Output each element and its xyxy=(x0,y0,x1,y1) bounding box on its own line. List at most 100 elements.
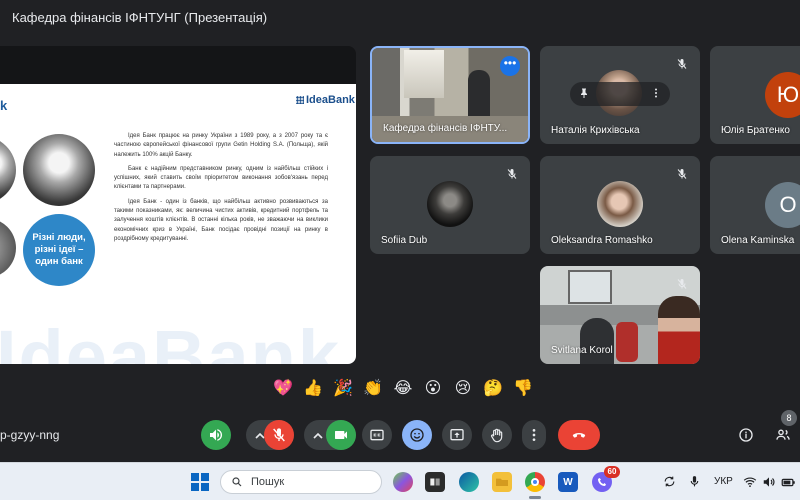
slide-watermark: IdeaBank xyxy=(0,315,342,364)
mic-off-icon xyxy=(673,165,691,183)
word-icon[interactable]: W xyxy=(558,472,578,492)
mic-off-icon xyxy=(673,275,691,293)
reaction-surprised[interactable]: 😮 xyxy=(420,376,446,402)
task-view-icon[interactable] xyxy=(425,472,445,492)
sync-icon[interactable] xyxy=(663,475,676,491)
send-reaction-button[interactable] xyxy=(402,420,432,450)
mic-off-icon xyxy=(673,55,691,73)
viber-notification-badge: 60 xyxy=(604,466,620,478)
chrome-browser-icon[interactable] xyxy=(525,472,545,492)
reaction-party[interactable]: 🎉 xyxy=(330,376,356,402)
participant-tile-oleksandra[interactable]: Oleksandra Romashko xyxy=(540,156,700,254)
participant-tile-olena[interactable]: O Olena Kaminska xyxy=(710,156,800,254)
avatar xyxy=(427,181,473,227)
volume-icon[interactable] xyxy=(762,475,776,492)
more-vert-icon xyxy=(532,429,536,441)
windows-start-button[interactable] xyxy=(190,472,210,492)
closed-captions-icon xyxy=(370,429,384,441)
microphone-tray-icon[interactable] xyxy=(688,475,701,491)
viber-icon[interactable]: 60 xyxy=(592,466,620,492)
slide-heading: k xyxy=(0,98,8,113)
file-explorer-icon[interactable] xyxy=(492,472,512,492)
mic-off-icon xyxy=(503,165,521,183)
camera-toggle[interactable] xyxy=(326,420,356,450)
reaction-laugh[interactable]: 😂 xyxy=(390,376,416,402)
participant-name: Svitlana Korol xyxy=(551,345,613,356)
reaction-thumbs-up[interactable]: 👍 xyxy=(300,376,326,402)
leave-call-button[interactable] xyxy=(558,420,600,450)
chevron-up-icon[interactable] xyxy=(310,428,326,444)
participant-tile-svitlana[interactable]: Svitlana Korol xyxy=(540,266,700,364)
meeting-code: p-gzyy-nng xyxy=(0,428,60,442)
reaction-thumbs-down[interactable]: 👎 xyxy=(510,376,536,402)
participant-name: Oleksandra Romashko xyxy=(551,235,653,246)
reaction-sad[interactable]: 😢 xyxy=(450,376,476,402)
captions-button[interactable] xyxy=(362,420,392,450)
windows-taskbar: Пошук W 60 УКР xyxy=(0,462,800,500)
wifi-icon[interactable] xyxy=(743,475,757,492)
search-placeholder: Пошук xyxy=(251,476,285,488)
camera-button[interactable] xyxy=(304,420,356,450)
emoji-icon xyxy=(410,428,424,442)
ideabank-logo: IdeaBank xyxy=(296,94,355,106)
tile-hover-controls[interactable] xyxy=(570,82,670,106)
avatar xyxy=(597,181,643,227)
copilot-icon[interactable] xyxy=(393,472,413,492)
mic-button[interactable] xyxy=(246,420,294,450)
participant-tile-yulia[interactable]: Ю Юлія Братенко xyxy=(710,46,800,144)
slide-paragraph: Ідея Банк - один із банків, що найбільш … xyxy=(114,198,328,242)
raise-hand-button[interactable] xyxy=(482,420,512,450)
meeting-title: Кафедра фінансів ІФНТУНГ (Презентація) xyxy=(12,10,268,25)
slide-paragraph: Ідея Банк працює на ринку України з 1989… xyxy=(114,133,328,158)
more-dots-icon[interactable]: ••• xyxy=(500,56,520,76)
slide-photo-portrait xyxy=(23,134,95,206)
battery-icon[interactable] xyxy=(781,475,796,493)
speaker-icon xyxy=(210,429,223,441)
videocam-icon xyxy=(335,431,347,439)
present-now-button[interactable] xyxy=(442,420,472,450)
reaction-thinking[interactable]: 🤔 xyxy=(480,376,506,402)
ideabank-logo-text: IdeaBank xyxy=(306,94,355,106)
hand-icon xyxy=(491,428,503,443)
slide-paragraph: Банк є надійним представником ринку, одн… xyxy=(114,165,328,191)
participant-name: Olena Kaminska xyxy=(721,235,795,246)
speaker-button[interactable] xyxy=(201,420,231,450)
taskbar-search[interactable]: Пошук xyxy=(220,470,382,494)
slide-slogan-bubble: Різні люди, різні ідеї – один банк xyxy=(23,214,95,286)
people-count-badge: 8 xyxy=(781,410,797,426)
meeting-details-button[interactable] xyxy=(735,420,757,450)
slide-photo xyxy=(0,136,16,204)
participant-tile-presenter[interactable]: ••• Кафедра фінансів ІФНТУ... xyxy=(370,46,530,144)
presentation-slide: IdeaBank k IdeaBank Різні люди, різні ід… xyxy=(0,84,356,364)
logo-dots-icon xyxy=(296,96,304,104)
active-app-indicator xyxy=(529,496,541,499)
call-end-icon xyxy=(572,432,586,438)
present-screen-icon xyxy=(450,429,464,441)
more-options-button[interactable] xyxy=(522,420,546,450)
reactions-bar: 💖 👍 🎉 👏 😂 😮 😢 🤔 👎 xyxy=(266,373,540,405)
avatar: O xyxy=(765,182,800,228)
presentation-area[interactable]: IdeaBank k IdeaBank Різні люди, різні ід… xyxy=(0,46,356,364)
participant-name: Sofiia Dub xyxy=(381,235,428,246)
participant-tile-sofiia[interactable]: Sofiia Dub xyxy=(370,156,530,254)
mic-off-toggle[interactable] xyxy=(264,420,294,450)
participant-tile-natalia[interactable]: Наталія Крихівська xyxy=(540,46,700,144)
reaction-heart[interactable]: 💖 xyxy=(270,376,296,402)
slide-body-text: Ідея Банк працює на ринку України з 1989… xyxy=(114,132,328,249)
reaction-clap[interactable]: 👏 xyxy=(360,376,386,402)
pin-icon[interactable] xyxy=(578,87,590,102)
people-icon xyxy=(776,429,790,440)
participant-name: Юлія Братенко xyxy=(721,125,790,136)
call-controls-bar: p-gzyy-nng xyxy=(0,408,800,460)
meeting-title-bar: Кафедра фінансів ІФНТУНГ (Презентація) xyxy=(0,0,800,34)
slide-photo xyxy=(0,218,16,278)
search-icon xyxy=(232,477,242,487)
language-indicator[interactable]: УКР xyxy=(714,476,733,487)
avatar: Ю xyxy=(765,72,800,118)
more-vert-icon[interactable] xyxy=(650,87,662,102)
edge-browser-icon[interactable] xyxy=(459,472,479,492)
participant-name: Наталія Крихівська xyxy=(551,125,640,136)
info-icon xyxy=(739,428,753,442)
participant-name: Кафедра фінансів ІФНТУ... xyxy=(383,123,508,134)
mic-off-icon xyxy=(273,428,285,442)
